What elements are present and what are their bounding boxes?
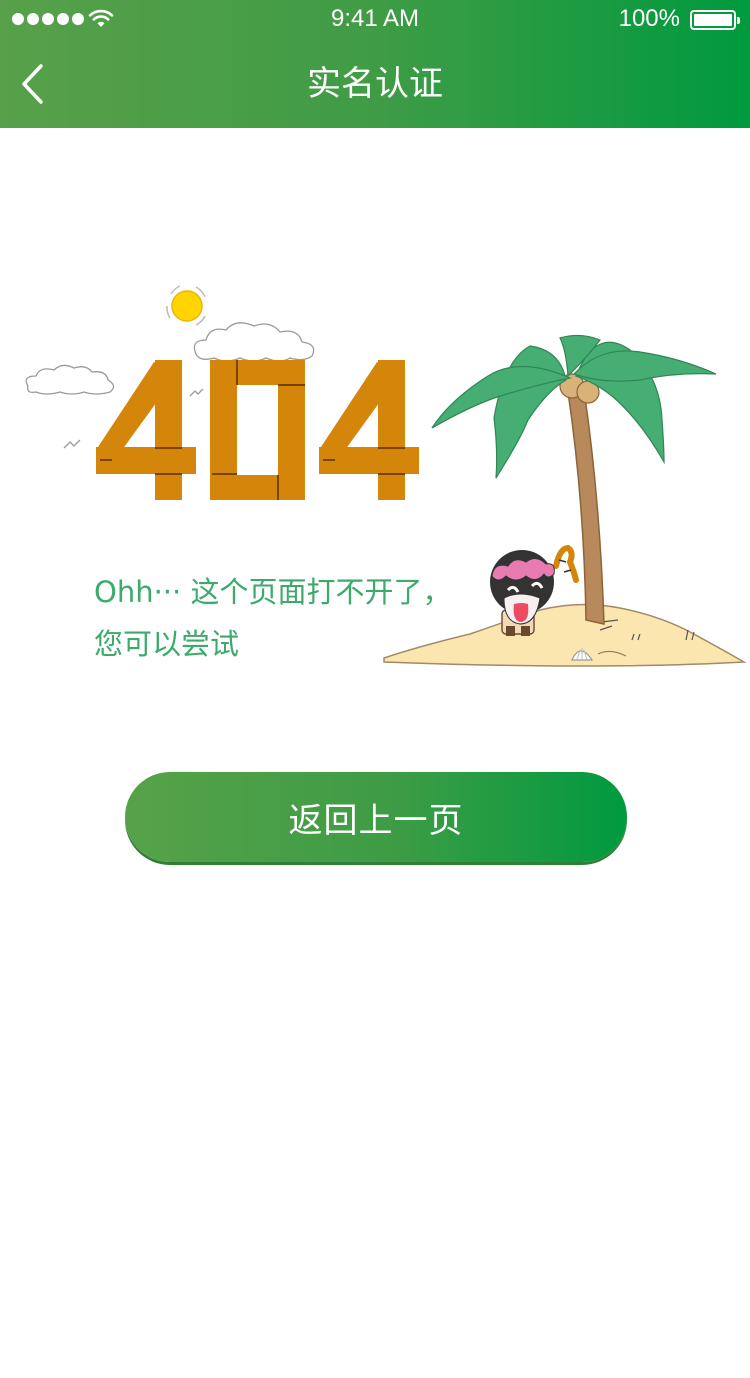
sun-icon — [166, 285, 206, 326]
chevron-left-icon — [22, 64, 43, 104]
page-title: 实名认证 — [307, 64, 443, 104]
header: 9:41 AM 100% 实名认证 — [0, 0, 750, 128]
error-code-digits: 404 — [96, 360, 419, 500]
battery-icon — [690, 10, 740, 30]
error-code-text: 404 — [256, 419, 258, 421]
back-button[interactable] — [8, 56, 56, 112]
nav-bar: 实名认证 — [0, 40, 750, 128]
error-message-line-2: 您可以尝试 — [94, 627, 240, 661]
battery-percentage: 100% — [618, 5, 680, 32]
status-bar: 9:41 AM 100% — [0, 0, 750, 40]
error-message-line-1: Ohh··· 这个页面打不开了， — [94, 575, 452, 609]
error-message: Ohh··· 这个页面打不开了， 您可以尝试 — [94, 566, 454, 670]
battery-fill — [694, 14, 732, 26]
back-to-previous-button[interactable]: 返回上一页 — [125, 772, 627, 862]
error-page: 9:41 AM 100% 实名认证 404 Ohh··· 这个页面打不开了， 您… — [0, 0, 750, 1378]
